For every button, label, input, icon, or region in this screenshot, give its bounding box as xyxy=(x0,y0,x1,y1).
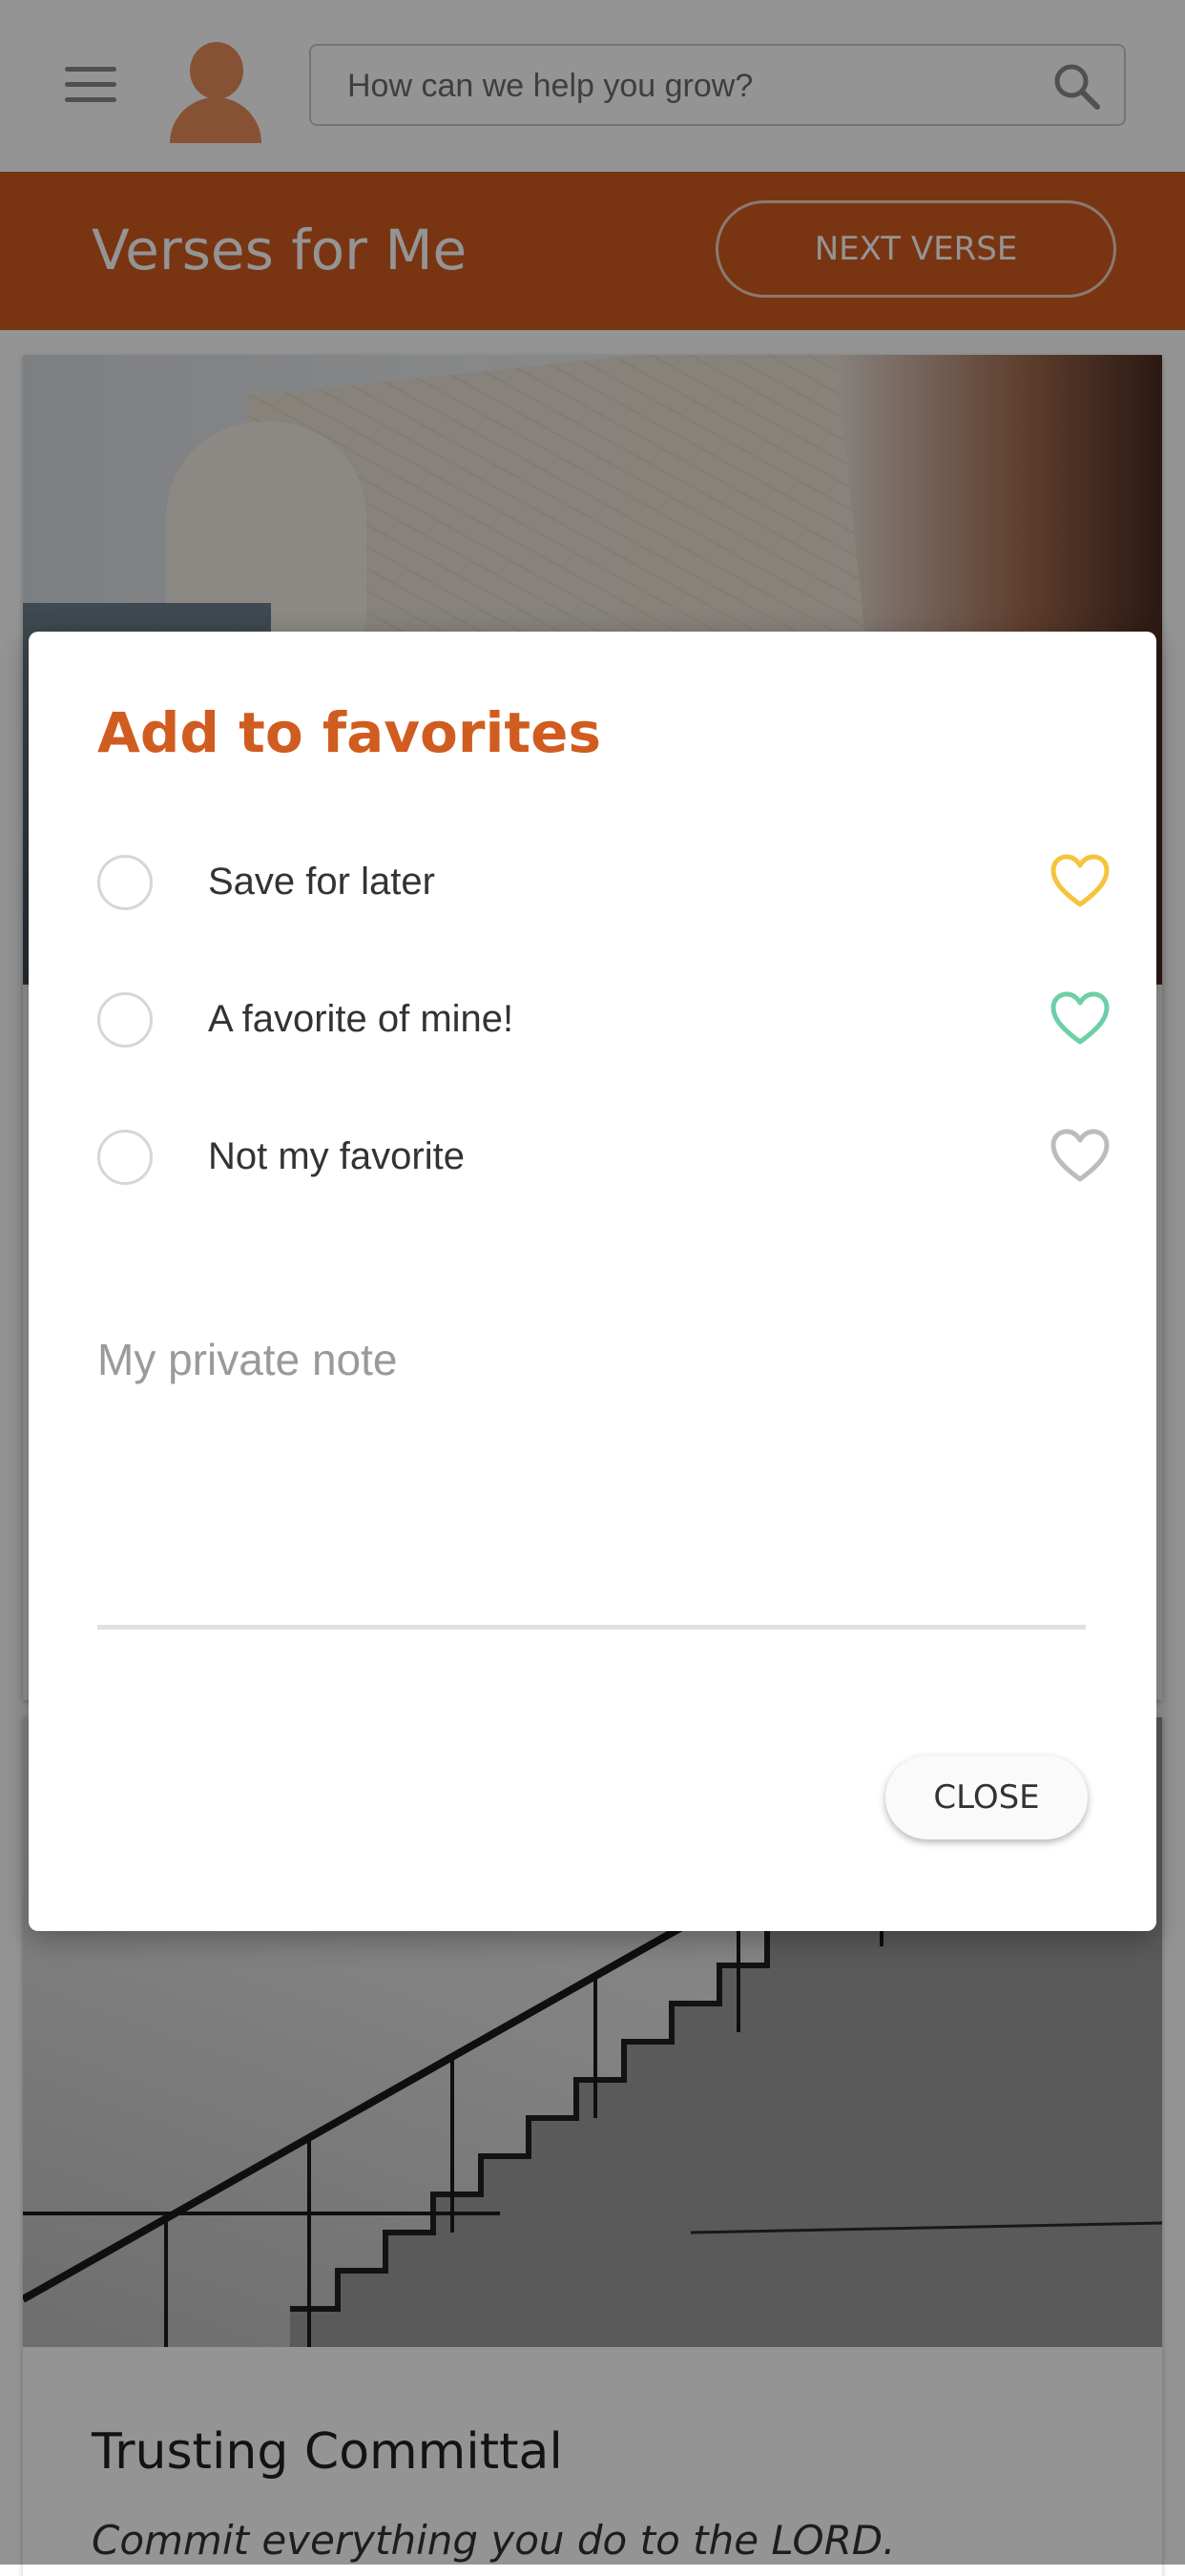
heart-outline-icon xyxy=(1050,1129,1110,1182)
option-save-for-later[interactable]: Save for later xyxy=(97,836,1118,931)
close-button[interactable]: CLOSE xyxy=(885,1755,1088,1839)
option-favorite-of-mine[interactable]: A favorite of mine! xyxy=(97,973,1118,1069)
option-label: Save for later xyxy=(208,861,435,903)
radio-button[interactable] xyxy=(97,855,153,910)
dialog-title: Add to favorites xyxy=(97,700,601,765)
option-label: A favorite of mine! xyxy=(208,998,514,1040)
radio-button[interactable] xyxy=(97,1130,153,1185)
radio-button[interactable] xyxy=(97,992,153,1048)
add-to-favorites-dialog: Add to favorites Save for later A favori… xyxy=(29,632,1156,1931)
option-not-my-favorite[interactable]: Not my favorite xyxy=(97,1111,1118,1206)
private-note-field[interactable] xyxy=(97,1334,1086,1630)
option-label: Not my favorite xyxy=(208,1135,465,1177)
heart-outline-icon xyxy=(1050,991,1110,1045)
heart-outline-icon xyxy=(1050,854,1110,907)
